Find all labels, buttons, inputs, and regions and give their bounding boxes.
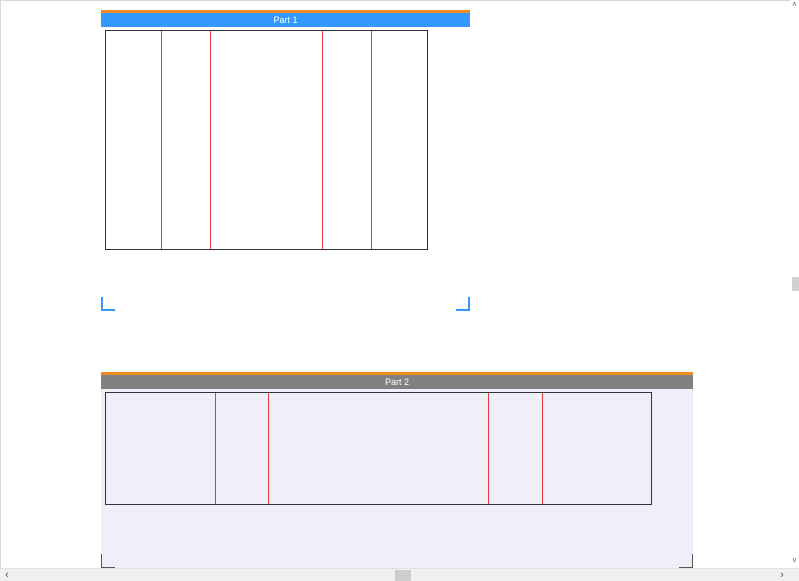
scroll-down-icon[interactable]: ˅ [790,556,799,566]
part-2-sheet[interactable] [105,392,652,505]
horizontal-scroll-thumb[interactable] [395,570,411,581]
part-2-title[interactable]: Part 2 [101,375,693,389]
part-1-title[interactable]: Part 1 [101,13,470,27]
part-1-fold-line-1 [161,31,162,249]
part-2-header-bar[interactable]: Part 2 [101,372,693,389]
part-1-selection-corner-bottom-right[interactable] [456,297,470,311]
scroll-up-icon[interactable]: ˄ [790,0,799,10]
part-1-fold-line-2 [210,31,211,249]
canvas-top-border [0,0,790,1]
part-2-fold-line-3 [488,393,489,504]
part-1-selection-corner-bottom-left[interactable] [101,297,115,311]
part-1-fold-line-4 [371,31,372,249]
design-canvas[interactable]: Part 1 Part 2 ˄ ˅ ‹ › [0,0,799,581]
part-2-corner-bottom-right [679,554,693,568]
canvas-left-border [0,0,1,568]
scroll-right-icon[interactable]: › [776,569,788,581]
part-2-corner-bottom-left [101,554,115,568]
part-2-fold-line-2 [268,393,269,504]
part-2-fold-line-1 [215,393,216,504]
horizontal-scrollbar[interactable]: ‹ › [0,568,799,581]
part-2-fold-line-4 [542,393,543,504]
scroll-left-icon[interactable]: ‹ [1,569,13,581]
part-1-fold-line-3 [322,31,323,249]
part-1-header-bar[interactable]: Part 1 [101,10,470,27]
vertical-scrollbar[interactable]: ˄ ˅ [790,0,799,568]
vertical-scroll-thumb[interactable] [792,277,799,291]
part-1-sheet[interactable] [105,30,428,250]
